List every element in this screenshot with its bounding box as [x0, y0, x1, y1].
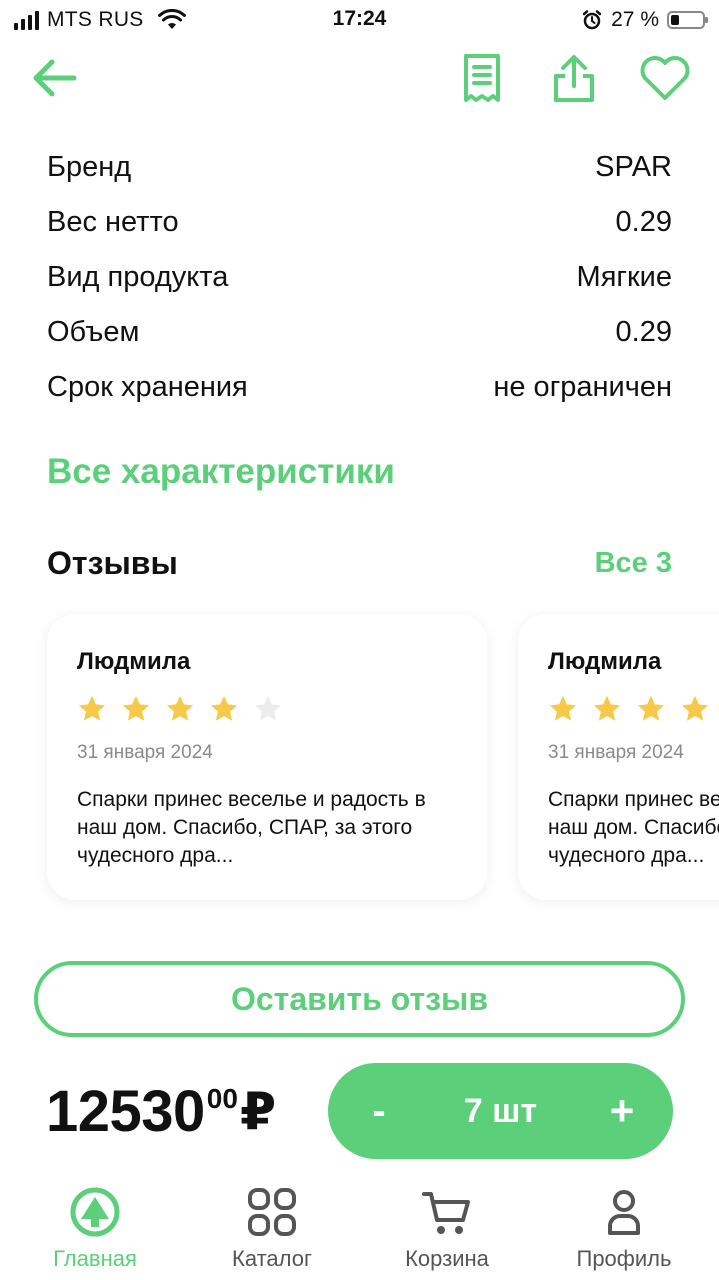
spec-label: Объем: [47, 316, 140, 348]
tab-label: Корзина: [405, 1246, 489, 1271]
spec-row: Вид продукта Мягкие: [47, 250, 672, 305]
quantity-value: 7 шт: [463, 1091, 538, 1130]
review-author: Людмила: [77, 648, 191, 675]
spec-value: 0.29: [615, 316, 672, 348]
star-filled-icon: [78, 695, 106, 721]
reviews-carousel[interactable]: Людмила 31 января 2024 Спарки принес вес…: [0, 610, 719, 910]
specs-list: Бренд SPAR Вес нетто 0.29 Вид продукта М…: [47, 140, 672, 415]
reviews-all-link[interactable]: Все 3: [595, 547, 672, 580]
spec-row: Объем 0.29: [47, 305, 672, 360]
review-rating: [77, 694, 457, 726]
spec-value: 0.29: [615, 206, 672, 238]
reviews-header: Отзывы Все 3: [47, 545, 672, 582]
star-filled-icon: [593, 695, 621, 721]
review-card[interactable]: Людмила 31 января 2024 Спарки принес вес…: [518, 614, 719, 900]
price-decimal: 00: [206, 1083, 238, 1114]
heart-icon[interactable]: [638, 54, 692, 102]
review-card[interactable]: Людмила 31 января 2024 Спарки принес вес…: [47, 614, 487, 900]
battery-percent: 27 %: [611, 8, 659, 31]
grid-icon: [248, 1188, 296, 1236]
review-text: Спарки принес веселье и радость в наш до…: [77, 788, 426, 867]
tab-label: Главная: [53, 1246, 137, 1271]
price-integer: 12530: [46, 1079, 205, 1144]
battery-icon: [667, 11, 708, 29]
alarm-icon: [582, 10, 602, 30]
spec-value: SPAR: [595, 151, 672, 183]
star-filled-icon: [122, 695, 150, 721]
tab-profile[interactable]: Профиль: [539, 1180, 709, 1272]
spec-row: Бренд SPAR: [47, 140, 672, 195]
tab-label: Каталог: [232, 1246, 312, 1271]
star-filled-icon: [637, 695, 665, 721]
status-bar: MTS RUS 17:24 27 %: [0, 0, 719, 40]
price: 12530 00 ₽: [46, 1080, 276, 1144]
spec-label: Срок хранения: [47, 371, 248, 403]
review-rating: [548, 694, 719, 726]
price-currency: ₽: [239, 1083, 277, 1141]
reviews-title: Отзывы: [47, 545, 178, 581]
all-characteristics-link[interactable]: Все характеристики: [47, 452, 395, 492]
tab-cart[interactable]: Корзина: [362, 1180, 532, 1272]
tab-catalog[interactable]: Каталог: [187, 1180, 357, 1272]
spec-row: Срок хранения не ограничен: [47, 360, 672, 415]
star-filled-icon: [210, 695, 238, 721]
status-right: 27 %: [581, 8, 708, 32]
bottom-tab-bar: Главная Каталог Корзина Профиль: [0, 1180, 719, 1280]
star-filled-icon: [166, 695, 194, 721]
review-date: 31 января 2024: [77, 742, 213, 763]
star-filled-icon: [681, 695, 709, 721]
share-icon[interactable]: [548, 52, 600, 104]
star-empty-icon: [254, 695, 282, 721]
review-date: 31 января 2024: [548, 742, 684, 763]
top-nav-bar: [0, 48, 719, 108]
leave-review-button[interactable]: Оставить отзыв: [34, 961, 685, 1037]
tab-home[interactable]: Главная: [10, 1180, 180, 1272]
spar-tree-icon: [70, 1187, 120, 1237]
profile-icon: [608, 1190, 640, 1235]
tab-label: Профиль: [576, 1246, 672, 1271]
spec-row: Вес нетто 0.29: [47, 195, 672, 250]
spec-value: Мягкие: [576, 261, 672, 293]
spec-label: Бренд: [47, 151, 132, 183]
review-text: Спарки принес веселье и радость в наш до…: [548, 788, 719, 867]
receipt-icon[interactable]: [458, 52, 506, 104]
spec-label: Вид продукта: [47, 261, 229, 293]
quantity-stepper: - 7 шт +: [328, 1063, 673, 1159]
spec-label: Вес нетто: [47, 206, 179, 238]
spec-value: не ограничен: [493, 371, 672, 403]
review-author: Людмила: [548, 648, 662, 675]
star-filled-icon: [549, 695, 577, 721]
increase-quantity-button[interactable]: +: [607, 1087, 637, 1135]
cart-icon: [422, 1192, 470, 1234]
decrease-quantity-button[interactable]: -: [364, 1089, 394, 1134]
back-arrow-icon[interactable]: [28, 54, 80, 102]
